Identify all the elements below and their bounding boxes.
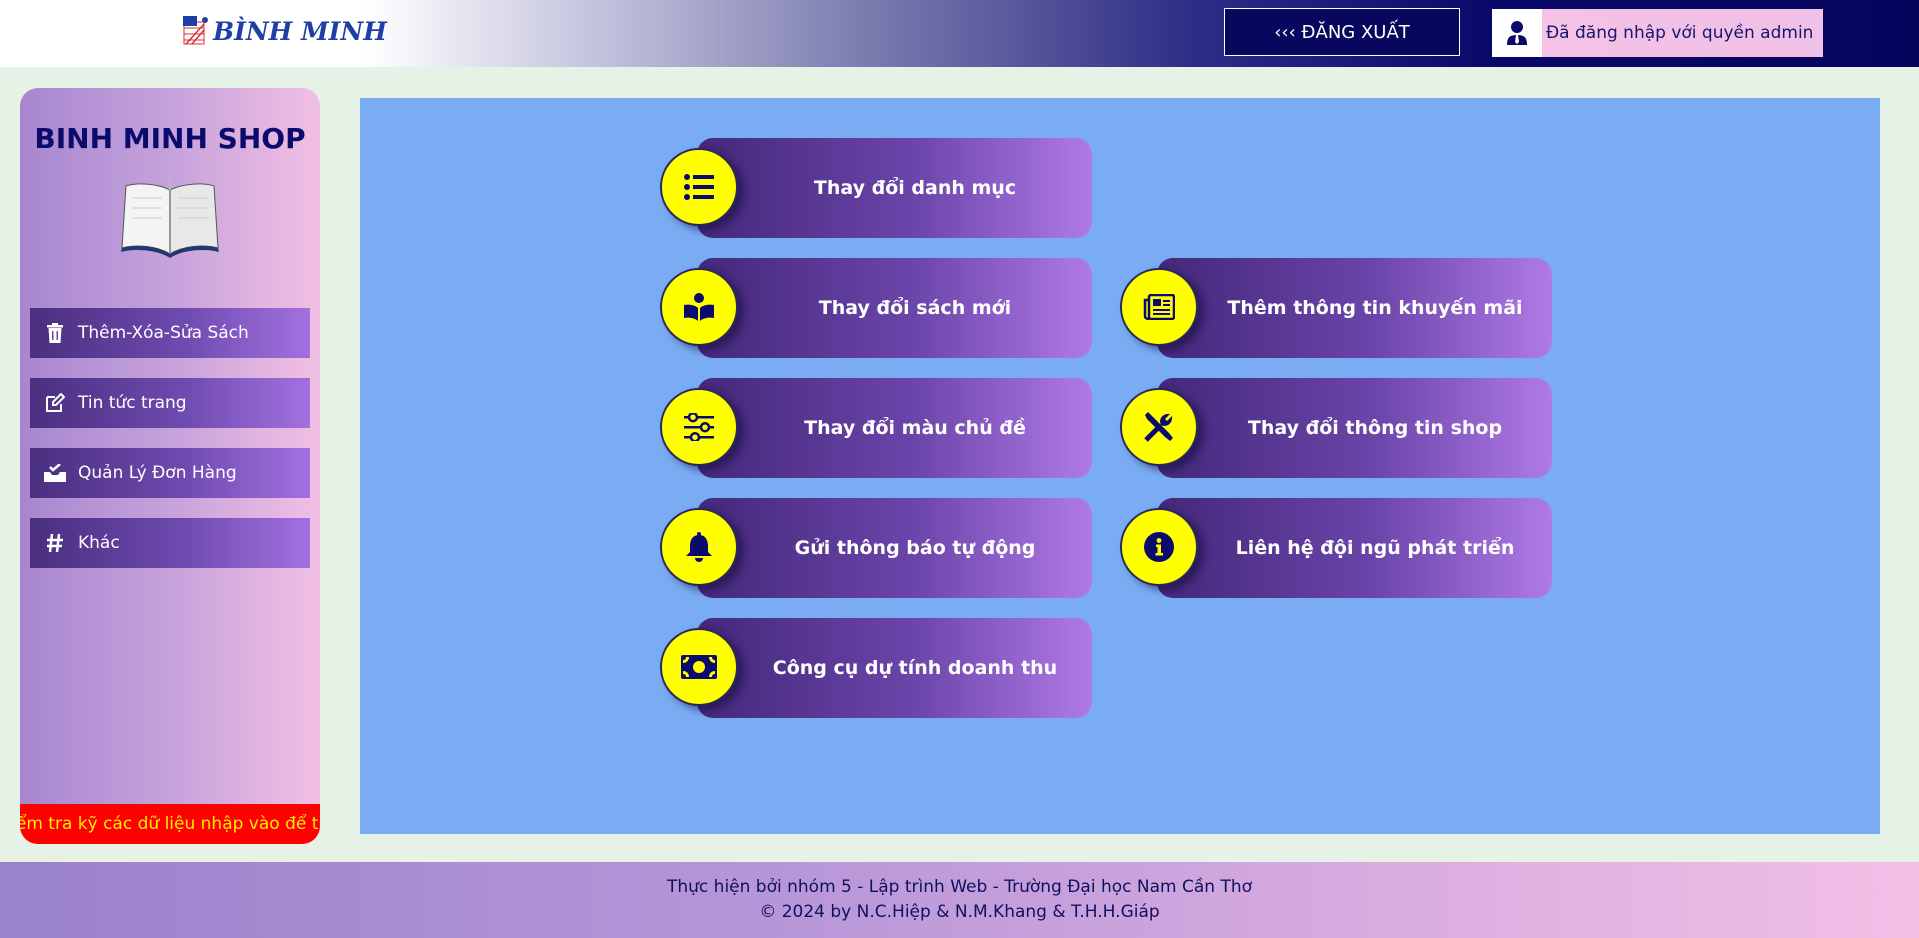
logo-mark-icon <box>183 16 209 46</box>
footer-copyright: © 2024 by N.C.Hiệp & N.M.Khang & T.H.H.G… <box>759 902 1160 922</box>
card-label: Thay đổi sách mới <box>818 297 1012 319</box>
header: BÌNH MINH ‹‹‹ ĐĂNG XUẤT Đã đăng nhập với… <box>0 0 1919 67</box>
newspaper-icon <box>1120 268 1198 346</box>
sidebar-item-label: Tin tức trang <box>78 393 187 413</box>
card-label: Gửi thông báo tự động <box>794 537 1036 559</box>
trash-icon <box>44 323 66 343</box>
footer-credits: Thực hiện bởi nhóm 5 - Lập trình Web - T… <box>666 877 1252 897</box>
card-label: Thêm thông tin khuyến mãi <box>1227 297 1523 319</box>
inbox-check-icon <box>44 464 66 482</box>
sidebar: BINH MINH SHOP Thêm-Xóa-Sửa Sách Tin tức… <box>20 88 320 844</box>
logout-button[interactable]: ‹‹‹ ĐĂNG XUẤT <box>1224 8 1460 56</box>
info-circle-icon <box>1120 508 1198 586</box>
card-change-theme-color[interactable]: Thay đổi màu chủ đề <box>660 378 1092 478</box>
sidebar-item-manage-books[interactable]: Thêm-Xóa-Sửa Sách <box>30 308 310 358</box>
book-reader-icon <box>660 268 738 346</box>
sidebar-item-orders[interactable]: Quản Lý Đơn Hàng <box>30 448 310 498</box>
card-change-shop-info[interactable]: Thay đổi thông tin shop <box>1120 378 1552 478</box>
user-tie-icon <box>1492 9 1542 57</box>
sidebar-item-news[interactable]: Tin tức trang <box>30 378 310 428</box>
footer: Thực hiện bởi nhóm 5 - Lập trình Web - T… <box>0 862 1919 938</box>
card-add-promotions[interactable]: Thêm thông tin khuyến mãi <box>1120 258 1552 358</box>
card-label: Thay đổi danh mục <box>813 177 1017 199</box>
sliders-icon <box>660 388 738 466</box>
money-bill-icon <box>660 628 738 706</box>
card-change-new-books[interactable]: Thay đổi sách mới <box>660 258 1092 358</box>
card-contact-developers[interactable]: Liên hệ đội ngũ phát triển <box>1120 498 1552 598</box>
tools-icon <box>1120 388 1198 466</box>
list-icon <box>660 148 738 226</box>
sidebar-item-label: Thêm-Xóa-Sửa Sách <box>78 323 249 343</box>
card-change-categories[interactable]: Thay đổi danh mục <box>660 138 1092 238</box>
logo-text: BÌNH MINH <box>213 16 387 46</box>
open-book-icon <box>118 176 222 264</box>
shop-title: BINH MINH SHOP <box>34 122 306 155</box>
admin-status-text: Đã đăng nhập với quyền admin <box>1546 23 1814 43</box>
card-label: Thay đổi thông tin shop <box>1247 417 1503 439</box>
logo[interactable]: BÌNH MINH <box>183 16 387 46</box>
card-revenue-estimator[interactable]: Công cụ dự tính doanh thu <box>660 618 1092 718</box>
warning-marquee: Kiểm tra kỹ các dữ liệu nhập vào để trán… <box>20 804 320 844</box>
marquee-text: Kiểm tra kỹ các dữ liệu nhập vào để trán… <box>20 814 320 834</box>
card-label: Thay đổi màu chủ đề <box>804 417 1026 439</box>
admin-status-badge: Đã đăng nhập với quyền admin <box>1492 9 1823 57</box>
main-panel: Thay đổi danh mục Thay đổi sách mới Thêm… <box>360 98 1880 834</box>
sidebar-item-label: Quản Lý Đơn Hàng <box>78 463 237 483</box>
bell-icon <box>660 508 738 586</box>
card-send-notifications[interactable]: Gửi thông báo tự động <box>660 498 1092 598</box>
sidebar-item-other[interactable]: Khác <box>30 518 310 568</box>
card-label: Công cụ dự tính doanh thu <box>772 657 1058 679</box>
edit-icon <box>44 393 66 413</box>
card-label: Liên hệ đội ngũ phát triển <box>1235 537 1515 559</box>
sidebar-item-label: Khác <box>78 533 120 553</box>
hashtag-icon <box>44 533 66 553</box>
